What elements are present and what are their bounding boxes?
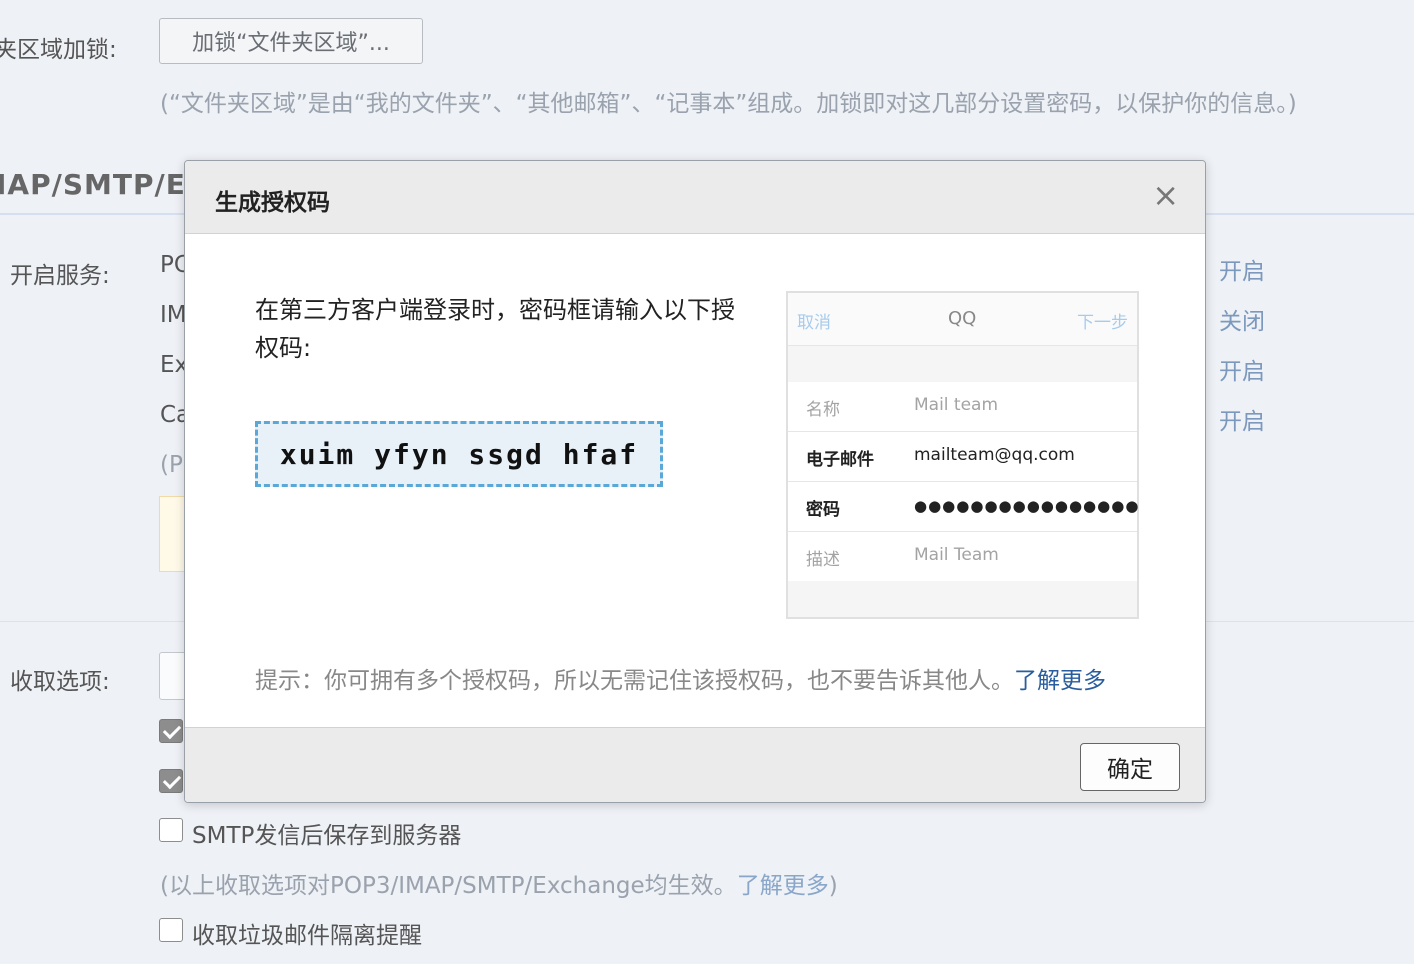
dialog-title: 生成授权码 <box>215 190 330 216</box>
dialog-intro: 在第三方客户端登录时，密码框请输入以下授权码: <box>255 296 735 362</box>
phone-preview-image: 取消 QQ 下一步 名称 Mail team 电子邮件 mailteam@qq.… <box>786 291 1139 619</box>
phone-form-value: mailteam@qq.com <box>914 445 1075 465</box>
phone-form-row: 电子邮件 mailteam@qq.com <box>788 432 1137 482</box>
phone-form-key: 描述 <box>806 550 840 570</box>
phone-form-value: Mail Team <box>914 545 999 565</box>
phone-title-text: QQ <box>948 308 977 329</box>
learn-more-link[interactable]: 了解更多 <box>1014 668 1106 694</box>
phone-form-key: 电子邮件 <box>806 450 874 470</box>
phone-next-text: 下一步 <box>1077 313 1128 333</box>
fetch-checkbox[interactable] <box>159 719 183 743</box>
dialog-header: 生成授权码 × <box>185 161 1205 234</box>
service-name: IM <box>160 302 187 328</box>
fetch-options-label: 收取选项: <box>10 669 110 695</box>
fetch-note: (以上收取选项对POP3/IMAP/SMTP/Exchange均生效。了解更多) <box>160 873 838 899</box>
lock-folder-button[interactable]: 加锁“文件夹区域”... <box>159 18 423 64</box>
learn-more-link[interactable]: 了解更多 <box>737 873 829 899</box>
folder-lock-note: (“文件夹区域”是由“我的文件夹”、“其他邮箱”、“记事本”组成。加锁即对这几部… <box>160 91 1297 117</box>
services-label: 开启服务: <box>10 263 110 289</box>
service-toggle-link[interactable]: 关闭 <box>1219 302 1265 336</box>
phone-form-row: 密码 ●●●●●●●●●●●●●●●● <box>788 482 1140 532</box>
service-toggle-link[interactable]: 开启 <box>1219 402 1265 436</box>
phone-form-value: ●●●●●●●●●●●●●●●● <box>914 497 1140 515</box>
fetch-checkbox[interactable] <box>159 769 183 793</box>
close-icon[interactable]: × <box>1152 179 1179 211</box>
phone-preview-header: 取消 QQ 下一步 <box>788 293 1137 346</box>
service-toggle-link[interactable]: 开启 <box>1219 252 1265 286</box>
section-title: IAP/SMTP/E <box>0 168 186 201</box>
phone-form-value: Mail team <box>914 395 999 415</box>
confirm-button[interactable]: 确定 <box>1080 743 1180 791</box>
smtp-save-label: SMTP发信后保存到服务器 <box>192 823 462 849</box>
phone-form-row: 描述 Mail Team <box>788 532 1137 581</box>
smtp-save-checkbox[interactable] <box>159 818 183 842</box>
phone-cancel-text: 取消 <box>797 313 831 333</box>
phone-preview-form: 名称 Mail team 电子邮件 mailteam@qq.com 密码 ●●●… <box>788 382 1140 581</box>
phone-form-key: 密码 <box>806 500 840 520</box>
service-toggle-link[interactable]: 开启 <box>1219 352 1265 386</box>
spam-reminder-checkbox[interactable] <box>159 918 183 942</box>
auth-code[interactable]: xuim yfyn ssgd hfaf <box>255 421 663 487</box>
dialog-tip: 提示：你可拥有多个授权码，所以无需记住该授权码，也不要告诉其他人。了解更多 <box>255 668 1106 694</box>
dialog-footer: 确定 <box>185 727 1205 802</box>
phone-form-key: 名称 <box>806 400 840 420</box>
auth-code-dialog: 生成授权码 × 在第三方客户端登录时，密码框请输入以下授权码: xuim yfy… <box>184 160 1206 803</box>
services-note: (P <box>160 452 183 478</box>
spam-reminder-label: 收取垃圾邮件隔离提醒 <box>192 923 422 949</box>
phone-form-row: 名称 Mail team <box>788 382 1137 432</box>
folder-lock-label: 夹区域加锁: <box>0 37 117 63</box>
